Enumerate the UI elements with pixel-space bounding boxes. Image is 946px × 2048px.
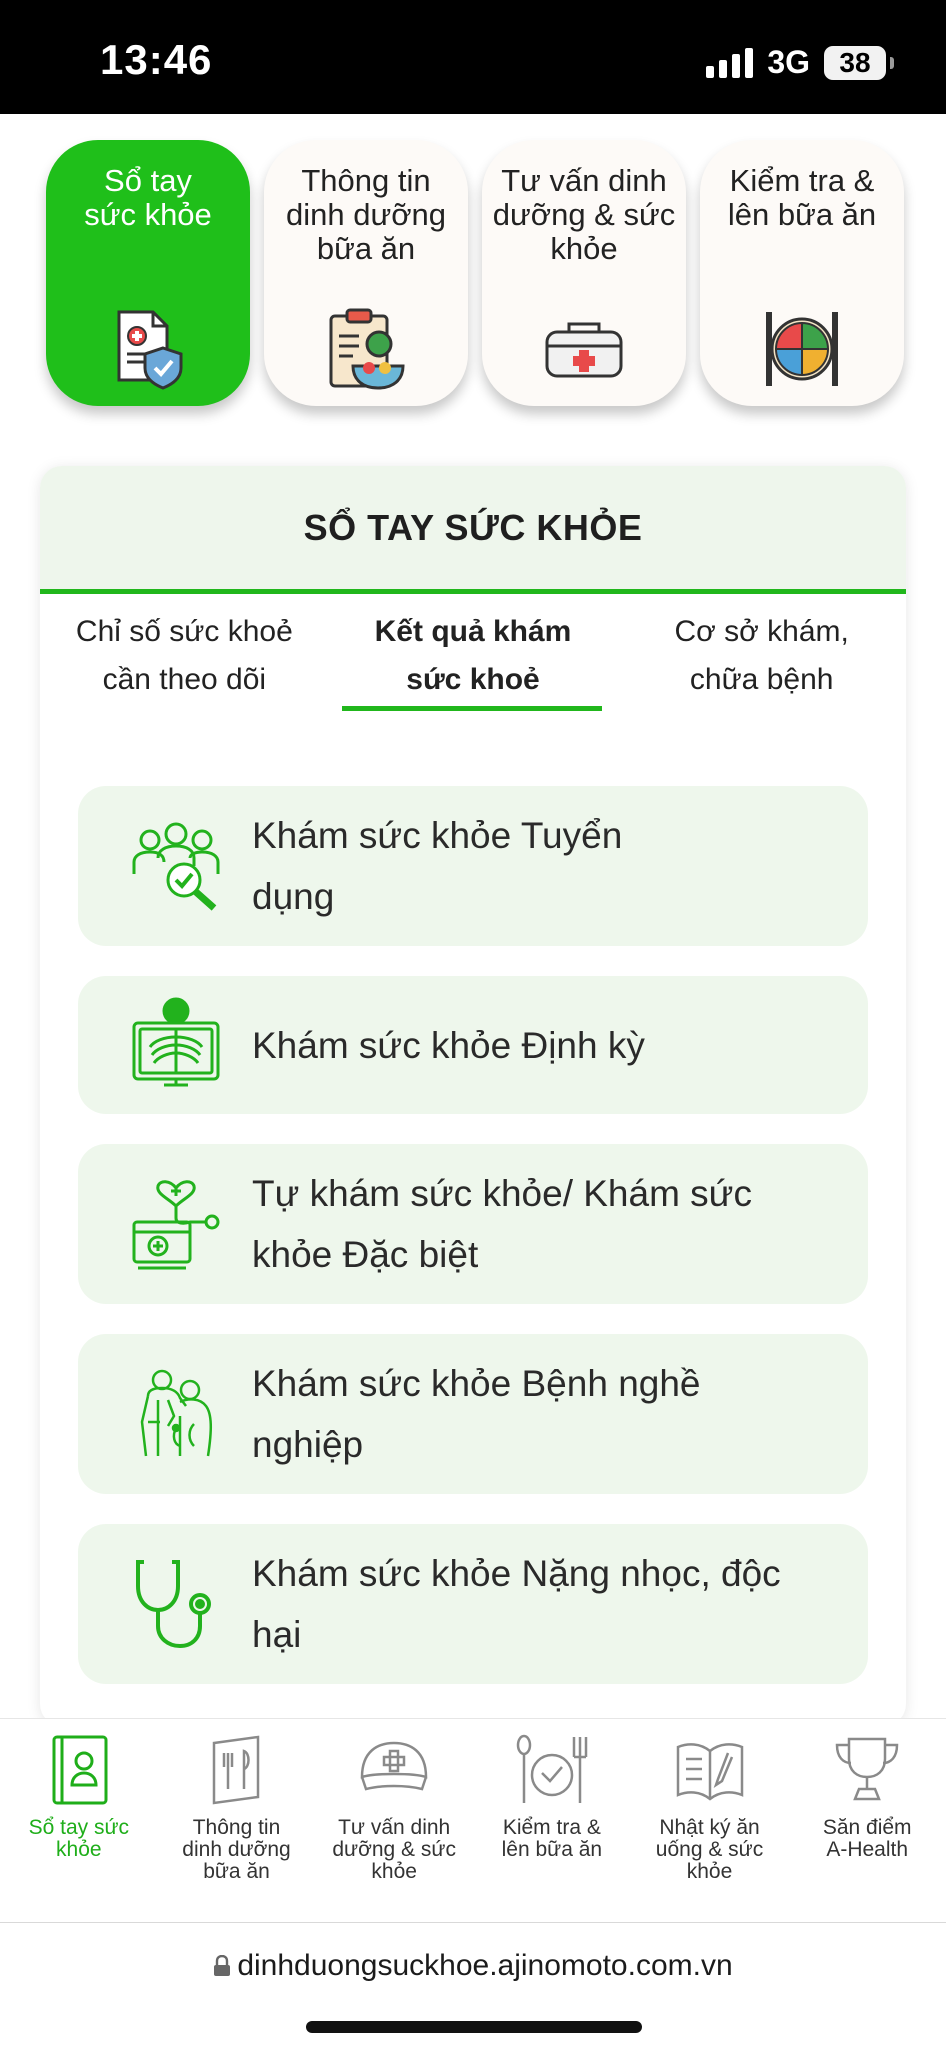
trophy-icon [835,1737,899,1801]
category-tu-van-dinh-duong[interactable]: Tư vấn dinh dưỡng & sức khỏe [482,140,686,406]
nav-label: Săn điểm A-Health [822,1816,912,1861]
network-type: 3G [767,44,810,80]
category-label: Kiểm tra & lên bữa ăn [727,163,877,232]
subtab-label: Kết quả khám sức khoẻ [374,615,572,696]
subtab-label: Cơ sở khám, chữa bệnh [674,615,849,696]
list-item-label: Tự khám sức khỏe/ Khám sức khỏe Đặc biệt [252,1173,752,1275]
nav-label: Tư vấn dinh dưỡng & sức khỏe [332,1816,456,1883]
category-label: Sổ tay sức khỏe [84,163,212,232]
health-record-shield-icon [117,310,183,390]
subtab-bar: Chỉ số sức khoẻ cần theo dõi Kết quả khá… [40,594,906,724]
nav-kiem-tra-len-bua-an[interactable]: Kiểm tra & lên bữa ăn [473,1719,631,1922]
list-item-benh-nghe-nghiep[interactable]: Khám sức khỏe Bệnh nghề nghiệp [78,1334,868,1494]
nav-label: Thông tin dinh dưỡng bữa ăn [182,1816,291,1883]
category-label: Tư vấn dinh dưỡng & sức khỏe [492,163,676,266]
open-book-icon [676,1743,743,1801]
bottom-navigation: Sổ tay sức khỏe Thông tin dinh dưỡng bữa… [0,1718,946,1922]
clipboard-food-icon [329,308,405,390]
battery-icon: 38 [824,45,894,80]
stethoscope-icon [136,1560,211,1649]
list-item-label: Khám sức khỏe Nặng nhọc, độc hại [252,1553,781,1655]
nav-thong-tin-dinh-duong[interactable]: Thông tin dinh dưỡng bữa ăn [158,1719,316,1922]
list-item-label: Khám sức khỏe Định kỳ [252,1024,645,1066]
list-item-dinh-ky[interactable]: Khám sức khỏe Định kỳ [78,976,868,1114]
nav-label: Nhật ký ăn uống & sức khỏe [655,1816,764,1883]
category-label: Thông tin dinh dưỡng bữa ăn [285,163,447,266]
list-item-label: Khám sức khỏe Tuyển dụng [252,815,623,917]
health-notebook-card: SỔ TAY SỨC KHỎE Chỉ số sức khoẻ cần theo… [40,466,906,1726]
nav-tu-van-dinh-duong[interactable]: Tư vấn dinh dưỡng & sức khỏe [315,1719,473,1922]
card-header: SỔ TAY SỨC KHỎE [40,466,906,594]
menu-cutlery-icon [212,1735,259,1805]
top-category-bar: Sổ tay sức khỏe Thông tin dinh dưỡng bữa… [46,140,906,410]
active-subtab-indicator [342,706,602,711]
plate-cutlery-icon [766,312,838,386]
subtab-chi-so-suc-khoe[interactable]: Chỉ số sức khoẻ cần theo dõi [40,594,329,724]
plate-check-icon [516,1734,588,1803]
status-bar: 13:46 3G 38 [0,0,946,114]
first-aid-kit-icon [545,322,623,378]
recruitment-check-icon [132,822,220,911]
nav-nhat-ky-an-uong[interactable]: Nhật ký ăn uống & sức khỏe [631,1719,789,1922]
exam-result-list: Khám sức khỏe Tuyển dụng Khám sức khỏe Đ… [40,724,906,1684]
url-display[interactable]: dinhduongsuckhoe.ajinomoto.com.vn [0,1949,946,1983]
lock-icon [214,1954,231,1976]
signal-icon [706,47,754,78]
list-item-nang-nhoc-doc-hai[interactable]: Khám sức khỏe Nặng nhọc, độc hại [78,1524,868,1684]
status-time: 13:46 [100,36,213,83]
category-thong-tin-dinh-duong[interactable]: Thông tin dinh dưỡng bữa ăn [264,140,468,406]
nav-label: Kiểm tra & lên bữa ăn [501,1816,603,1861]
browser-url-bar[interactable]: dinhduongsuckhoe.ajinomoto.com.vn [0,1922,946,2048]
subtab-ket-qua-kham[interactable]: Kết quả khám sức khoẻ [329,594,618,724]
category-kiem-tra-len-bua-an[interactable]: Kiểm tra & lên bữa ăn [700,140,904,406]
list-item-tuyen-dung[interactable]: Khám sức khỏe Tuyển dụng [78,786,868,946]
card-title: SỔ TAY SỨC KHỎE [303,506,643,548]
xray-icon [132,997,220,1087]
nav-so-tay-suc-khoe[interactable]: Sổ tay sức khỏe [0,1719,158,1922]
list-item-dac-biet[interactable]: Tự khám sức khỏe/ Khám sức khỏe Đặc biệt [78,1144,868,1304]
doctor-patient-icon [140,1369,212,1457]
nav-label: Sổ tay sức khỏe [28,1816,130,1861]
nav-san-diem-a-health[interactable]: Săn điểm A-Health [788,1719,946,1922]
status-indicators: 3G 38 [706,44,894,81]
subtab-label: Chỉ số sức khoẻ cần theo dõi [75,615,293,696]
list-item-label: Khám sức khỏe Bệnh nghề nghiệp [252,1363,701,1465]
subtab-co-so-kham[interactable]: Cơ sở khám, chữa bệnh [617,594,906,724]
nurse-cap-icon [360,1741,428,1791]
medical-device-icon [132,1180,220,1270]
notebook-person-icon [52,1735,108,1805]
home-indicator[interactable] [306,2021,642,2033]
battery-level: 38 [839,46,871,78]
category-so-tay-suc-khoe[interactable]: Sổ tay sức khỏe [46,140,250,406]
url-text: dinhduongsuckhoe.ajinomoto.com.vn [237,1949,733,1982]
